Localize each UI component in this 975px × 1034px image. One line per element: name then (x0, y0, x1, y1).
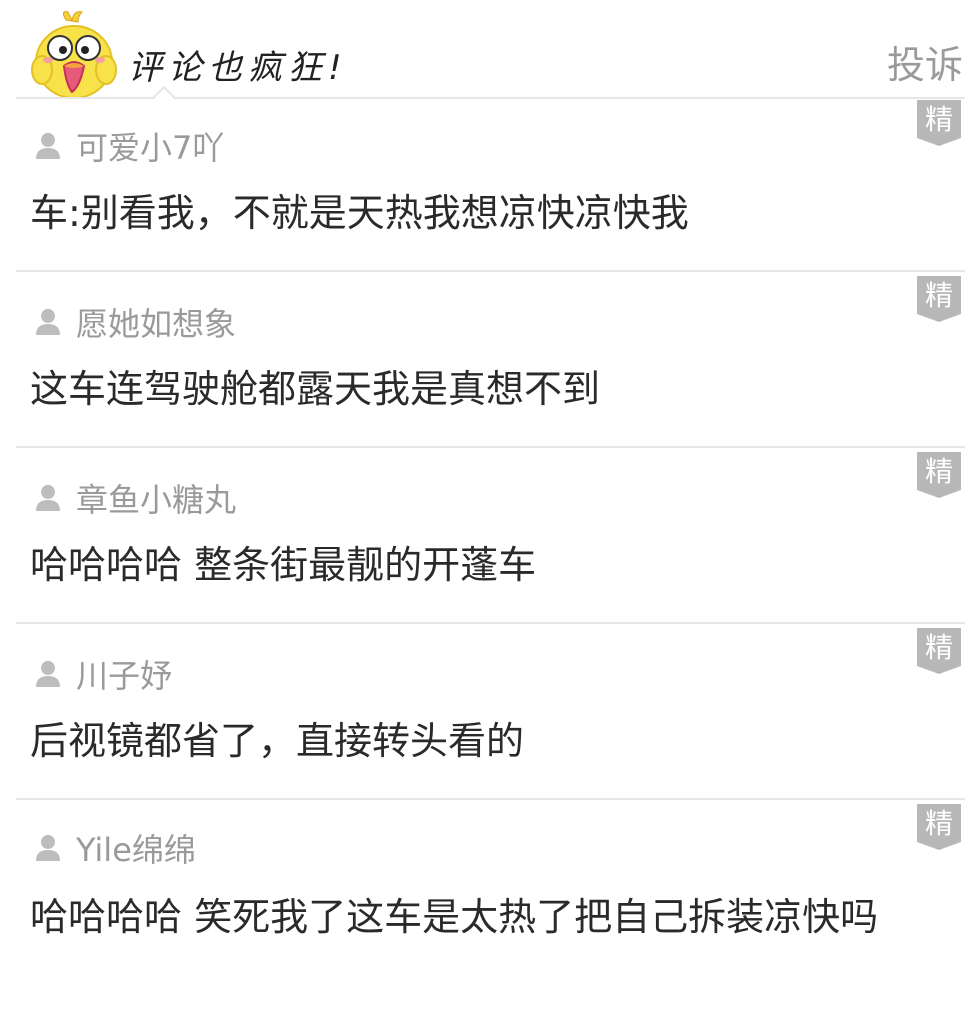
comment-item: 精 Yile绵绵 哈哈哈哈 笑死我了这车是太热了把自己拆装凉快吗 (0, 802, 975, 1034)
comment-divider (16, 798, 965, 800)
comment-username[interactable]: 愿她如想象 (76, 299, 236, 345)
comment-username[interactable]: Yile绵绵 (76, 825, 196, 871)
comment-item: 精 可爱小7吖 车:别看我，不就是天热我想凉快凉快我 (0, 98, 975, 272)
comment-divider (16, 446, 965, 448)
featured-badge-label: 精 (924, 807, 953, 840)
featured-badge-label: 精 (924, 631, 953, 664)
user-icon (36, 661, 60, 687)
comment-text: 车:别看我，不就是天热我想凉快凉快我 (30, 191, 689, 235)
comment-author: 可爱小7吖 (34, 123, 224, 169)
featured-badge-label: 精 (924, 455, 953, 488)
comment-author: Yile绵绵 (34, 825, 196, 871)
featured-badge-label: 精 (924, 103, 953, 136)
comment-item: 精 愿她如想象 这车连驾驶舱都露天我是真想不到 (0, 274, 975, 448)
comment-author: 愿她如想象 (34, 299, 236, 345)
user-icon (36, 485, 60, 511)
comment-username[interactable]: 章鱼小糖丸 (76, 475, 236, 521)
user-icon (36, 133, 60, 159)
comment-username[interactable]: 可爱小7吖 (76, 123, 224, 169)
comment-divider (16, 622, 965, 624)
comment-username[interactable]: 川子妤 (76, 651, 172, 697)
comment-text: 这车连驾驶舱都露天我是真想不到 (30, 367, 601, 411)
comment-divider (16, 270, 965, 272)
comment-text: 哈哈哈哈 笑死我了这车是太热了把自己拆装凉快吗 (30, 895, 879, 939)
comment-text: 后视镜都省了，直接转头看的 (30, 719, 525, 763)
featured-badge: 精 (917, 452, 961, 498)
comment-author: 章鱼小糖丸 (34, 475, 236, 521)
user-icon (36, 835, 60, 861)
featured-badge: 精 (917, 804, 961, 850)
comments-header: 评论也疯狂! 投诉 (0, 0, 975, 109)
comments-page: 评论也疯狂! 投诉 精 可爱小7吖 车:别看我，不就是天热我想凉快凉快我 精 愿… (0, 0, 975, 1034)
featured-badge-label: 精 (924, 279, 953, 312)
featured-badge: 精 (917, 100, 961, 146)
mascot-icon (26, 10, 122, 99)
comment-author: 川子妤 (34, 651, 172, 697)
user-icon (36, 309, 60, 335)
featured-badge: 精 (917, 276, 961, 322)
featured-badge: 精 (917, 628, 961, 674)
header-title: 评论也疯狂! (128, 48, 348, 88)
comment-item: 精 川子妤 后视镜都省了，直接转头看的 (0, 626, 975, 800)
comment-text: 哈哈哈哈 整条街最靓的开蓬车 (30, 543, 537, 587)
report-link[interactable]: 投诉 (887, 34, 963, 89)
comment-item: 精 章鱼小糖丸 哈哈哈哈 整条街最靓的开蓬车 (0, 450, 975, 624)
